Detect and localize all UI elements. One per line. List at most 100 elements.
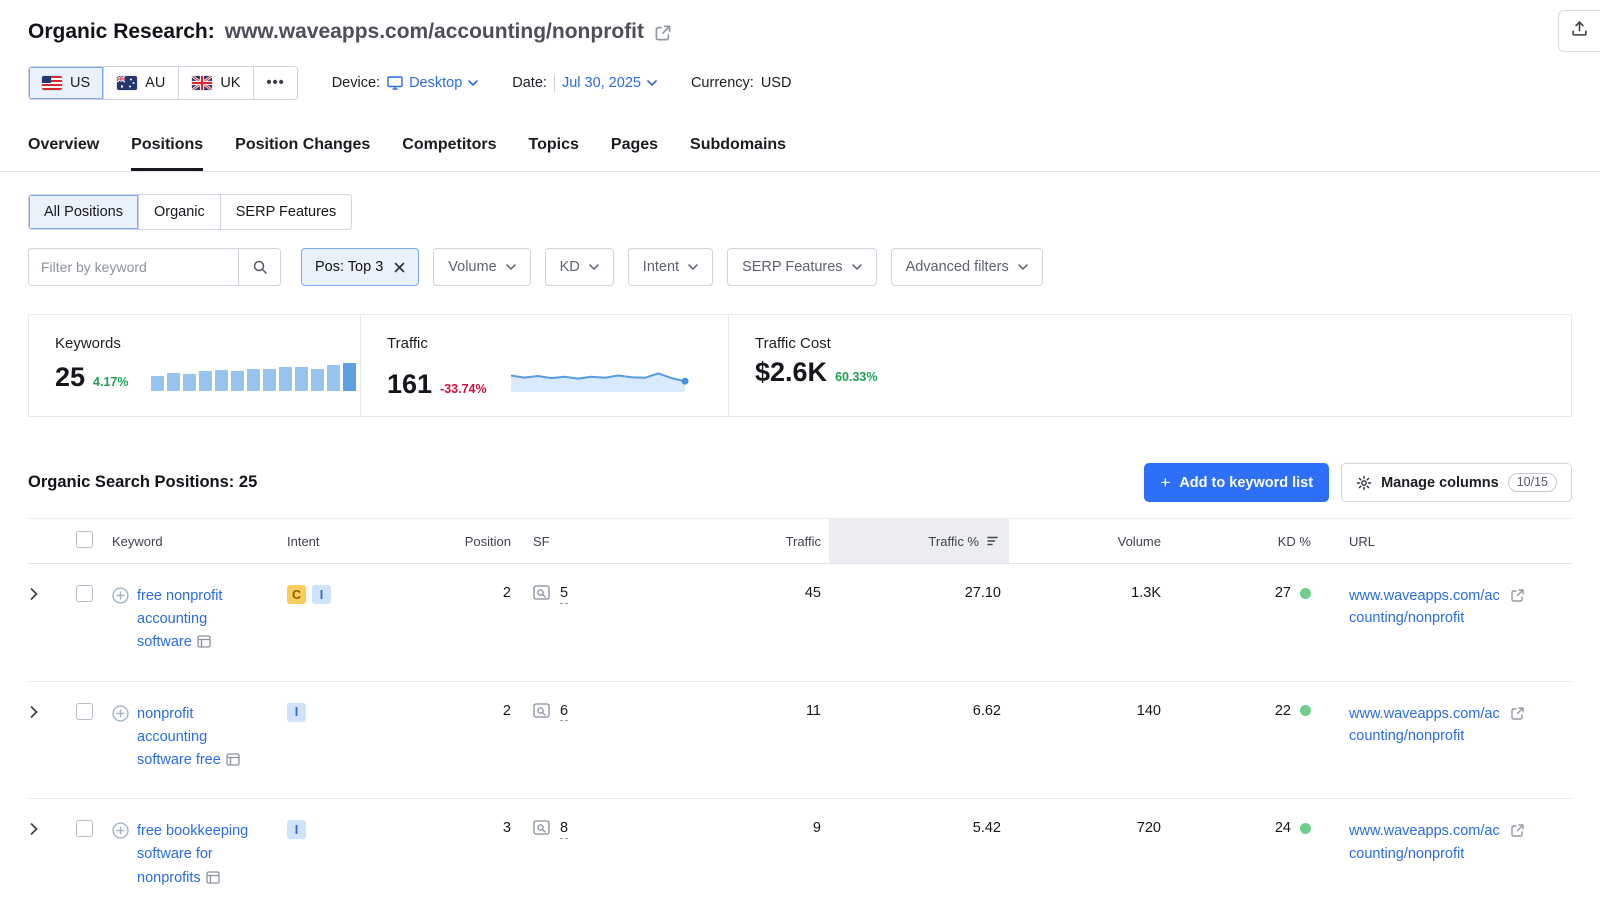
expand-row-icon[interactable] bbox=[30, 823, 38, 835]
url-link[interactable]: www.waveapps.com/accounting/nonprofit bbox=[1349, 703, 1501, 748]
dropdown-label: Advanced filters bbox=[906, 259, 1009, 275]
serp-features-filter-dropdown[interactable]: SERP Features bbox=[727, 248, 876, 286]
more-countries-button[interactable]: ••• bbox=[254, 67, 296, 99]
sf-count-link[interactable]: 6 bbox=[560, 703, 568, 721]
volume-filter-dropdown[interactable]: Volume bbox=[433, 248, 530, 286]
tab-position-changes[interactable]: Position Changes bbox=[235, 134, 370, 171]
serp-snapshot-icon[interactable] bbox=[226, 753, 240, 766]
country-tab-us[interactable]: US bbox=[29, 67, 104, 99]
search-icon bbox=[252, 259, 268, 275]
manage-columns-button[interactable]: Manage columns 10/15 bbox=[1341, 463, 1572, 502]
summary-stats-panel: Keywords 25 4.17% Traffic 161 -33.74% Tr… bbox=[28, 314, 1572, 417]
serp-features-icon[interactable] bbox=[533, 585, 550, 604]
row-checkbox[interactable] bbox=[76, 820, 93, 837]
column-header-keyword[interactable]: Keyword bbox=[104, 519, 279, 564]
au-flag-icon bbox=[117, 76, 137, 90]
add-to-keyword-list-label: Add to keyword list bbox=[1179, 475, 1313, 491]
url-link[interactable]: www.waveapps.com/accounting/nonprofit bbox=[1349, 820, 1501, 865]
tab-positions[interactable]: Positions bbox=[131, 134, 203, 171]
chevron-down-icon bbox=[468, 80, 478, 86]
tab-pages[interactable]: Pages bbox=[611, 134, 658, 171]
plus-icon: + bbox=[1160, 474, 1170, 491]
traffic-stat: Traffic 161 -33.74% bbox=[361, 315, 729, 416]
column-header-sf[interactable]: SF bbox=[519, 519, 669, 564]
kd-value: 27 bbox=[1275, 585, 1291, 601]
tab-overview[interactable]: Overview bbox=[28, 134, 99, 171]
device-label: Device: bbox=[332, 75, 380, 91]
add-to-keyword-list-button[interactable]: + Add to keyword list bbox=[1144, 463, 1329, 502]
active-filter-chip-position[interactable]: Pos: Top 3 bbox=[301, 248, 419, 286]
tab-subdomains[interactable]: Subdomains bbox=[690, 134, 786, 171]
expand-row-icon[interactable] bbox=[30, 706, 38, 718]
volume-cell: 140 bbox=[1009, 681, 1169, 799]
url-link[interactable]: www.waveapps.com/accounting/nonprofit bbox=[1349, 585, 1501, 630]
keywords-stat-change: 4.17% bbox=[93, 375, 128, 391]
tab-competitors[interactable]: Competitors bbox=[402, 134, 496, 171]
column-header-volume[interactable]: Volume bbox=[1009, 519, 1169, 564]
country-tab-uk[interactable]: UK bbox=[179, 67, 254, 99]
dropdown-label: Intent bbox=[643, 259, 679, 275]
currency-indicator: Currency: USD bbox=[691, 75, 791, 91]
column-header-kd[interactable]: KD % bbox=[1169, 519, 1319, 564]
row-checkbox[interactable] bbox=[76, 585, 93, 602]
sf-count-link[interactable]: 5 bbox=[560, 585, 568, 603]
traffic-cost-stat: Traffic Cost $2.6K 60.33% bbox=[729, 315, 1571, 416]
keyword-link[interactable]: nonprofit accounting software free bbox=[137, 706, 240, 768]
traffic-pct-cell: 5.42 bbox=[829, 799, 1009, 916]
external-link-icon[interactable] bbox=[1510, 588, 1525, 630]
kd-difficulty-dot bbox=[1300, 588, 1311, 599]
chevron-down-icon bbox=[589, 264, 599, 270]
serp-features-icon[interactable] bbox=[533, 703, 550, 722]
segment-organic[interactable]: Organic bbox=[139, 195, 221, 229]
country-tab-au[interactable]: AU bbox=[104, 67, 179, 99]
column-header-traffic-pct[interactable]: Traffic % bbox=[829, 519, 1009, 564]
serp-features-icon[interactable] bbox=[533, 820, 550, 839]
add-keyword-icon[interactable] bbox=[112, 822, 129, 890]
sf-count-link[interactable]: 8 bbox=[560, 820, 568, 838]
intent-badge-commercial: C bbox=[287, 585, 306, 604]
export-button[interactable] bbox=[1558, 10, 1600, 52]
intent-badge-informational: I bbox=[312, 585, 331, 604]
remove-filter-icon[interactable] bbox=[394, 262, 405, 273]
column-header-traffic[interactable]: Traffic bbox=[669, 519, 829, 564]
serp-snapshot-icon[interactable] bbox=[206, 871, 220, 884]
column-header-intent[interactable]: Intent bbox=[279, 519, 424, 564]
add-keyword-icon[interactable] bbox=[112, 705, 129, 773]
keyword-link[interactable]: free nonprofit accounting software bbox=[137, 588, 222, 650]
us-flag-icon bbox=[42, 76, 62, 90]
segment-serp-features[interactable]: SERP Features bbox=[221, 195, 351, 229]
traffic-stat-value: 161 bbox=[387, 371, 432, 398]
column-header-url[interactable]: URL bbox=[1319, 519, 1572, 564]
search-button[interactable] bbox=[238, 249, 280, 285]
column-header-position[interactable]: Position bbox=[424, 519, 519, 564]
keyword-link[interactable]: free bookkeeping software for nonprofits bbox=[137, 823, 248, 885]
positions-table: Keyword Intent Position SF Traffic Traff… bbox=[28, 518, 1572, 916]
date-dropdown[interactable]: Jul 30, 2025 bbox=[562, 75, 657, 91]
traffic-cost-stat-label: Traffic Cost bbox=[755, 335, 1545, 352]
chevron-down-icon bbox=[688, 264, 698, 270]
traffic-sparkline bbox=[507, 359, 697, 393]
add-keyword-icon[interactable] bbox=[112, 587, 129, 655]
traffic-cost-stat-value: $2.6K bbox=[755, 359, 827, 386]
currency-label: Currency: bbox=[691, 75, 754, 91]
external-link-icon[interactable] bbox=[1510, 706, 1525, 748]
table-row: nonprofit accounting software free I 2 6… bbox=[28, 681, 1572, 799]
country-tab-label: UK bbox=[220, 75, 240, 91]
currency-value: USD bbox=[761, 75, 792, 91]
advanced-filters-dropdown[interactable]: Advanced filters bbox=[891, 248, 1043, 286]
intent-filter-dropdown[interactable]: Intent bbox=[628, 248, 713, 286]
segment-all-positions[interactable]: All Positions bbox=[29, 195, 139, 229]
kd-filter-dropdown[interactable]: KD bbox=[545, 248, 614, 286]
intent-badge-informational: I bbox=[287, 703, 306, 722]
keywords-stat: Keywords 25 4.17% bbox=[29, 315, 361, 416]
table-row: free nonprofit accounting software CI 2 … bbox=[28, 564, 1572, 682]
select-all-checkbox[interactable] bbox=[76, 531, 93, 548]
serp-snapshot-icon[interactable] bbox=[197, 635, 211, 648]
device-dropdown[interactable]: Desktop bbox=[387, 75, 478, 91]
tab-topics[interactable]: Topics bbox=[529, 134, 579, 171]
row-checkbox[interactable] bbox=[76, 703, 93, 720]
external-link-icon[interactable] bbox=[1510, 823, 1525, 865]
domain-external-link-icon[interactable] bbox=[654, 24, 672, 42]
keyword-filter-input[interactable] bbox=[29, 249, 238, 285]
expand-row-icon[interactable] bbox=[30, 588, 38, 600]
